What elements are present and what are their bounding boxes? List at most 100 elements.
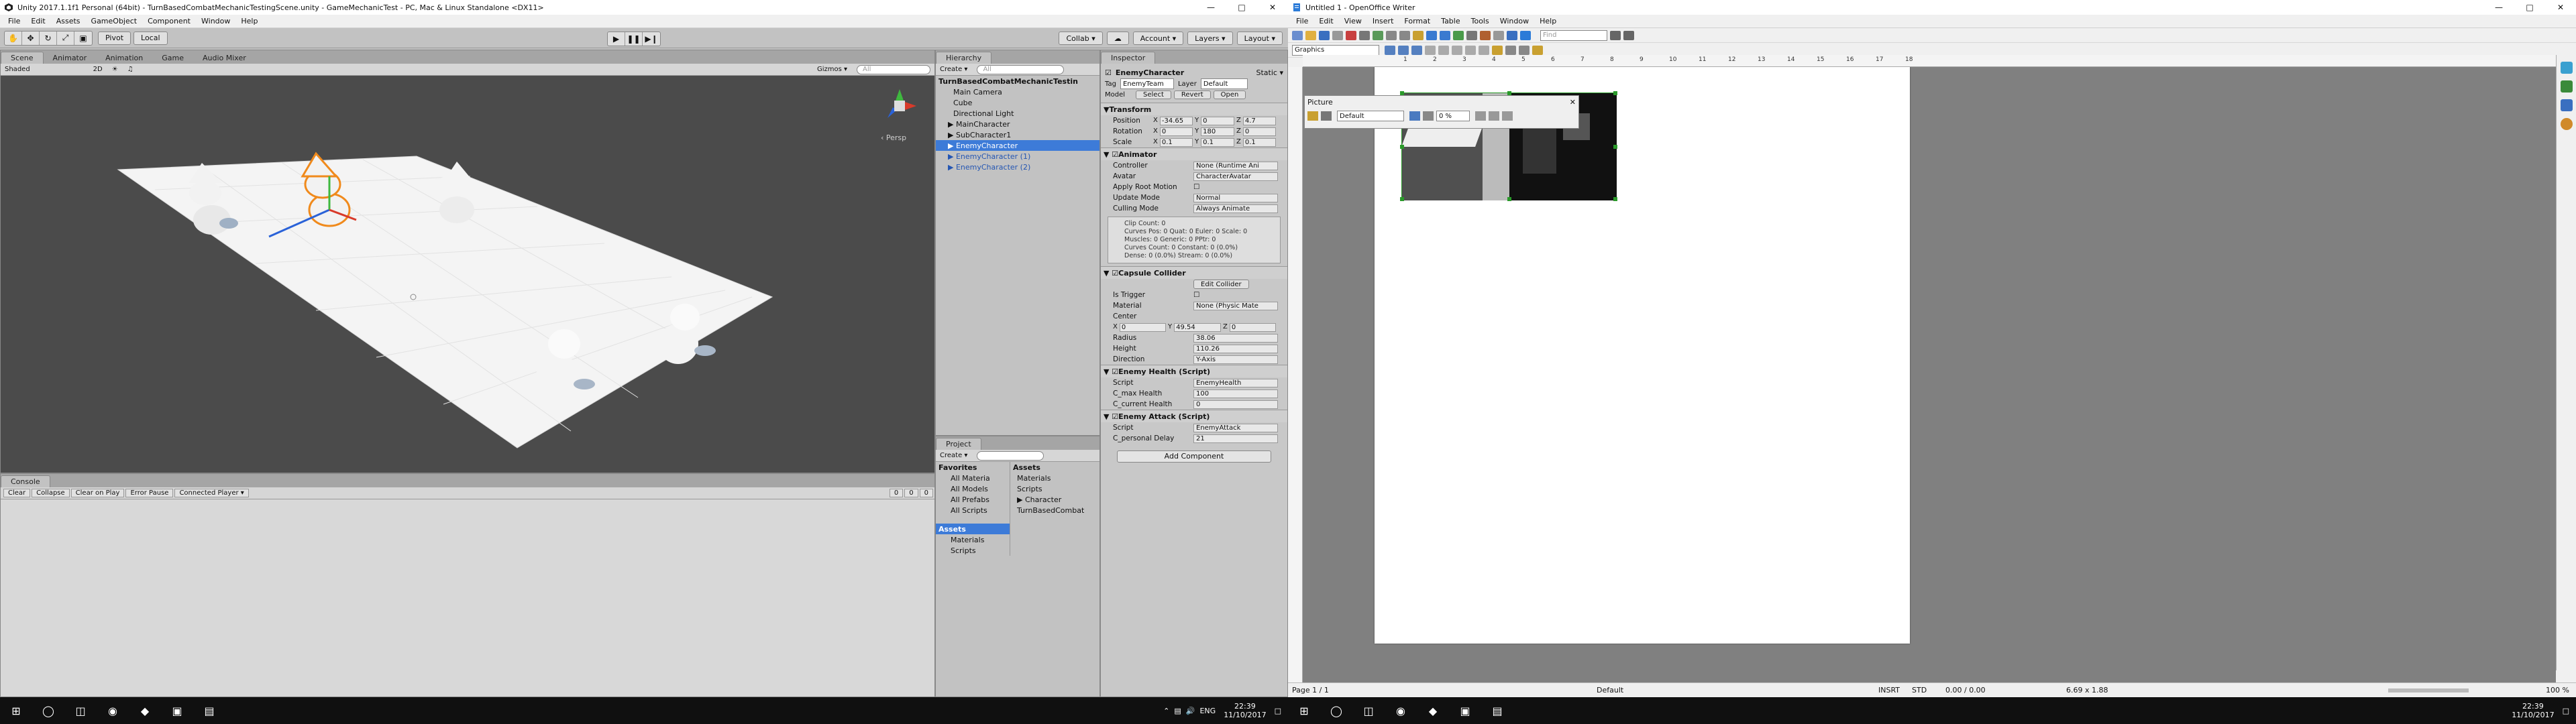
update-mode-dropdown[interactable]: Normal — [1193, 193, 1278, 202]
wrap-off-icon[interactable] — [1385, 45, 1395, 55]
gizmos-dropdown[interactable]: Gizmos ▾ — [817, 66, 847, 73]
hierarchy-scene-root[interactable]: TurnBasedCombatMechanicTestin — [936, 76, 1099, 86]
chrome-icon[interactable]: ◉ — [97, 697, 129, 724]
culling-mode-dropdown[interactable]: Always Animate — [1193, 204, 1278, 213]
new-document-icon[interactable] — [1292, 30, 1303, 40]
unity-taskbar-icon[interactable]: ◆ — [1417, 697, 1449, 724]
console-log-area[interactable] — [1, 499, 934, 697]
project-create-button[interactable]: Create ▾ — [940, 452, 967, 459]
writer-minimize-button[interactable]: — — [2483, 3, 2514, 12]
find-input[interactable]: Find — [1540, 29, 1607, 41]
print-icon[interactable] — [1359, 30, 1370, 40]
apply-root-motion-checkbox[interactable]: ☐ — [1193, 183, 1199, 191]
height-field[interactable]: 110.26 — [1193, 344, 1278, 353]
unity-taskbar-icon[interactable]: ◆ — [129, 697, 161, 724]
send-back-icon[interactable] — [1519, 45, 1529, 55]
search-icon[interactable]: ◯ — [32, 697, 64, 724]
capsule-header[interactable]: ▼ ☑ Capsule Collider — [1101, 267, 1287, 279]
position-x[interactable]: -34.65 — [1159, 116, 1193, 125]
filter-icon[interactable] — [1307, 111, 1318, 121]
material-field[interactable]: None (Physic Mate — [1193, 301, 1278, 310]
pdf-export-icon[interactable] — [1346, 30, 1356, 40]
center-z[interactable]: 0 — [1229, 322, 1276, 332]
edit-collider-button[interactable]: Edit Collider — [1193, 280, 1249, 289]
hierarchy-item-enemy-character-1[interactable]: ▶ EnemyCharacter (1) — [936, 151, 1099, 162]
favorites-header[interactable]: Favorites — [936, 462, 1010, 473]
attack-script-field[interactable]: EnemyAttack — [1193, 423, 1278, 432]
tab-console[interactable]: Console — [1, 475, 50, 487]
add-component-button[interactable]: Add Component — [1117, 450, 1271, 463]
vertical-ruler[interactable] — [1288, 67, 1303, 682]
2d-toggle[interactable]: 2D — [93, 66, 103, 73]
rotation-x[interactable]: 0 — [1159, 127, 1193, 136]
tag-dropdown[interactable]: EnemyTeam — [1120, 78, 1174, 89]
wrap-page-icon[interactable] — [1398, 45, 1409, 55]
anchor-icon[interactable] — [1532, 45, 1543, 55]
scale-z[interactable]: 0.1 — [1242, 137, 1276, 147]
tree-scripts[interactable]: Scripts — [936, 545, 1010, 556]
console-error-count[interactable]: 0 — [919, 489, 933, 497]
model-revert-button[interactable]: Revert — [1173, 90, 1211, 99]
tab-scene[interactable]: Scene — [1, 52, 44, 64]
tab-animation[interactable]: Animation — [96, 52, 152, 64]
hierarchy-item-directional-light[interactable]: Directional Light — [936, 108, 1099, 119]
project-search-input[interactable] — [977, 450, 1044, 461]
network-icon[interactable]: ▤ — [1174, 707, 1181, 715]
favorite-all-materials[interactable]: All Materia — [936, 473, 1010, 483]
writer-menu-view[interactable]: View — [1339, 17, 1367, 25]
rect-tool-icon[interactable]: ▣ — [74, 32, 92, 45]
tab-hierarchy[interactable]: Hierarchy — [936, 52, 992, 64]
pause-icon[interactable]: ❚❚ — [625, 32, 643, 46]
max-health-field[interactable]: 100 — [1193, 389, 1278, 398]
menu-assets[interactable]: Assets — [51, 17, 86, 25]
clock[interactable]: 22:39 11/10/2017 — [1224, 702, 1266, 719]
layers-dropdown[interactable]: Layers ▾ — [1187, 32, 1233, 45]
writer-menu-window[interactable]: Window — [1495, 17, 1534, 25]
writer-menu-table[interactable]: Table — [1436, 17, 1465, 25]
asset-materials[interactable]: Materials — [1010, 473, 1099, 483]
page-style[interactable]: Default — [1597, 686, 1798, 695]
email-icon[interactable] — [1332, 30, 1343, 40]
writer-menu-format[interactable]: Format — [1399, 17, 1436, 25]
writer-menu-insert[interactable]: Insert — [1367, 17, 1399, 25]
hyperlink-icon[interactable] — [1453, 30, 1464, 40]
console-clear-on-play-button[interactable]: Clear on Play — [70, 489, 125, 497]
rotation-y[interactable]: 180 — [1201, 127, 1234, 136]
layout-dropdown[interactable]: Layout ▾ — [1236, 32, 1283, 45]
console-warning-count[interactable]: 0 — [904, 489, 918, 497]
minimize-button[interactable]: — — [1195, 3, 1226, 12]
center-y[interactable]: 49.54 — [1174, 322, 1221, 332]
avatar-field[interactable]: CharacterAvatar — [1193, 172, 1278, 181]
clock-right[interactable]: 22:39 11/10/2017 — [2512, 702, 2554, 719]
direction-dropdown[interactable]: Y-Axis — [1193, 355, 1278, 364]
find-prev-icon[interactable] — [1623, 30, 1634, 40]
menu-file[interactable]: File — [3, 17, 25, 25]
notification-icon[interactable]: □ — [1275, 707, 1281, 715]
wrap-optimal-icon[interactable] — [1411, 45, 1422, 55]
transform-header[interactable]: ▼ Transform — [1101, 103, 1287, 115]
resize-handle[interactable] — [1613, 145, 1617, 149]
tab-game[interactable]: Game — [152, 52, 193, 64]
enemy-attack-header[interactable]: ▼ ☑ Enemy Attack (Script) — [1101, 410, 1287, 422]
hierarchy-item-sub-character[interactable]: ▶ SubCharacter1 — [936, 129, 1099, 140]
maximize-button[interactable]: □ — [1226, 3, 1257, 12]
zoom-icon[interactable] — [1507, 30, 1517, 40]
menu-component[interactable]: Component — [142, 17, 196, 25]
resize-handle[interactable] — [1613, 197, 1617, 201]
notification-icon[interactable]: □ — [2563, 707, 2569, 715]
hierarchy-item-main-character[interactable]: ▶ MainCharacter — [936, 119, 1099, 129]
tray-chevron-icon[interactable]: ⌃ — [1163, 707, 1169, 715]
app-taskbar-icon[interactable]: ▣ — [1449, 697, 1481, 724]
resize-handle[interactable] — [1400, 145, 1404, 149]
favorite-all-prefabs[interactable]: All Prefabs — [936, 494, 1010, 505]
account-button[interactable]: Account ▾ — [1132, 32, 1184, 45]
sidebar-gallery-icon[interactable] — [2560, 99, 2573, 111]
redo-icon[interactable] — [1440, 30, 1450, 40]
resize-handle[interactable] — [1400, 197, 1404, 201]
app-taskbar-icon[interactable]: ▣ — [161, 697, 193, 724]
current-health-field[interactable]: 0 — [1193, 400, 1278, 409]
align-right-icon[interactable] — [1452, 45, 1462, 55]
graphics-mode-dropdown[interactable]: Default — [1337, 111, 1404, 121]
pivot-toggle[interactable]: Pivot — [98, 31, 131, 45]
console-connected-player-dropdown[interactable]: Connected Player ▾ — [174, 489, 249, 497]
